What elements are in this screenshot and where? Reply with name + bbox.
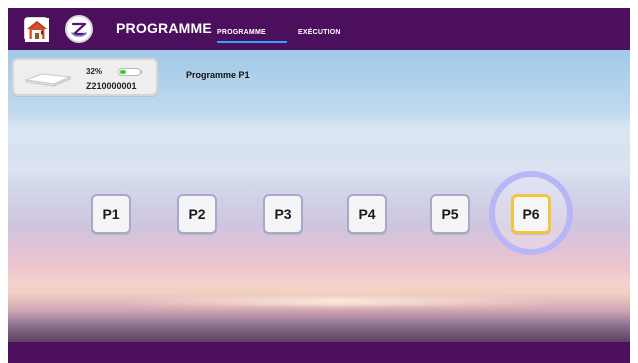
- tab-execution[interactable]: EXÉCUTION: [298, 29, 341, 36]
- active-tab-indicator: [217, 41, 287, 43]
- top-navigation-bar: PROGRAMME PROGRAMME EXÉCUTION: [8, 8, 630, 50]
- program-button-p5[interactable]: P5: [430, 194, 470, 234]
- program-button-label: P3: [274, 206, 292, 222]
- program-button-p2[interactable]: P2: [177, 194, 217, 234]
- program-button-label: P1: [102, 206, 120, 222]
- device-id: Z210000001: [86, 81, 137, 91]
- mattress-icon: [24, 70, 72, 88]
- battery-tip: [140, 70, 142, 74]
- program-button-label: P4: [358, 206, 376, 222]
- battery-level-fill: [120, 70, 127, 74]
- program-button-label: P5: [441, 206, 459, 222]
- tab-programme[interactable]: PROGRAMME: [217, 29, 266, 36]
- bottom-bar: [8, 342, 630, 363]
- program-button-label: P2: [188, 206, 206, 222]
- page-title: PROGRAMME: [116, 20, 212, 36]
- sky-cloud-band: [8, 274, 630, 288]
- battery-percentage: 32%: [86, 67, 103, 76]
- battery-icon: [118, 68, 141, 76]
- sky-cloud-band: [8, 120, 630, 144]
- selected-program-label: Programme P1: [186, 70, 250, 80]
- program-button-p1[interactable]: P1: [91, 194, 131, 234]
- program-button-p4[interactable]: P4: [347, 194, 387, 234]
- program-button-label: P6: [522, 206, 540, 222]
- device-status-card[interactable]: 32% Z210000001: [12, 58, 158, 96]
- program-button-p3[interactable]: P3: [263, 194, 303, 234]
- home-icon[interactable]: [24, 17, 49, 42]
- screen-frame: PROGRAMME PROGRAMME EXÉCUTION 32% Z21000…: [0, 0, 638, 363]
- brand-logo: [65, 15, 93, 43]
- horizon-glow: [118, 297, 560, 306]
- program-button-p6[interactable]: P6: [511, 194, 551, 234]
